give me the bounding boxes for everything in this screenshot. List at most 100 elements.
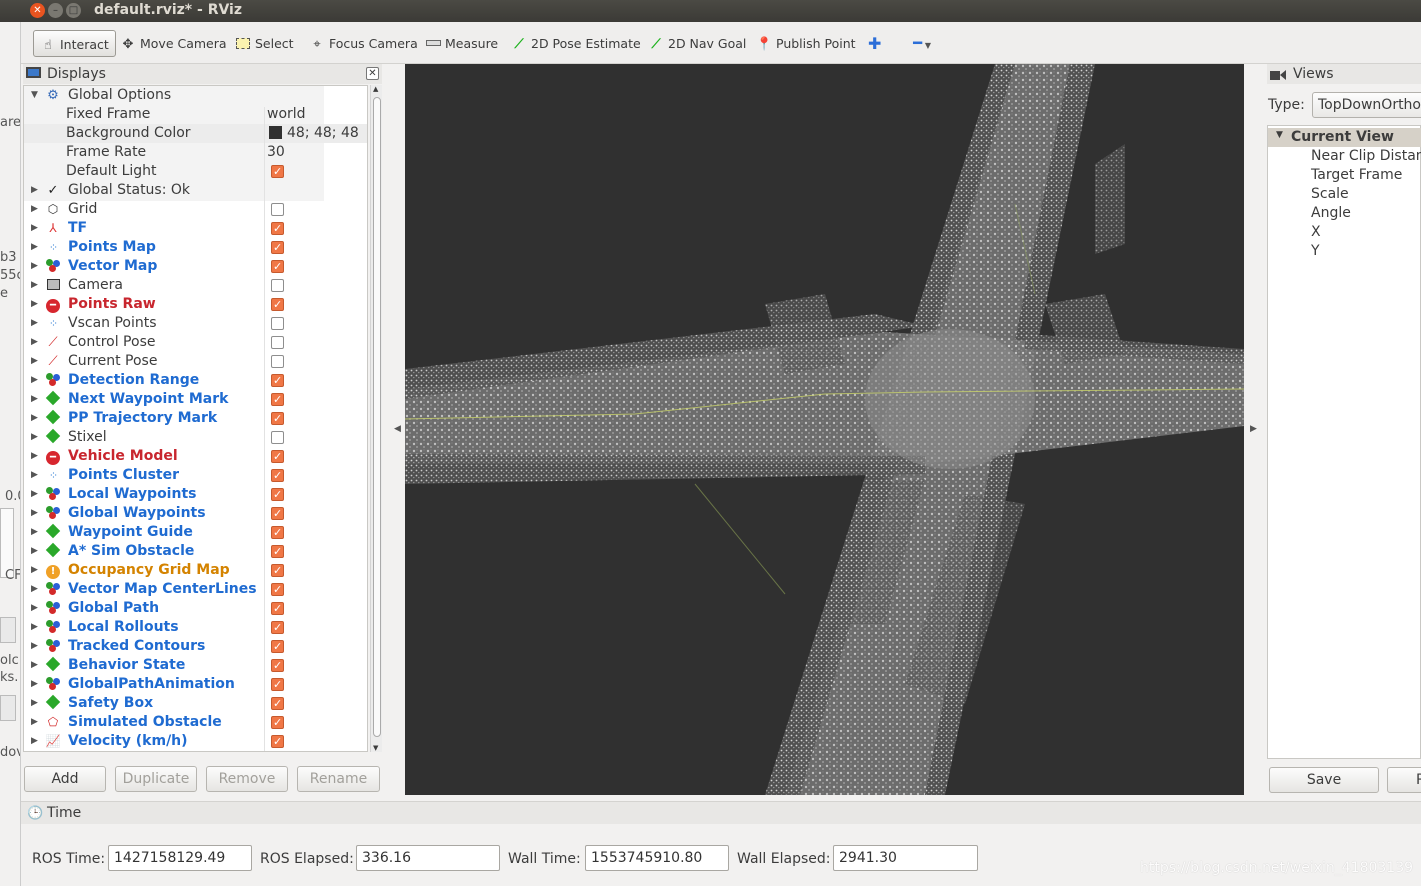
display-item-row[interactable]: ▶ Next Waypoint Mark: [24, 390, 367, 409]
display-item-row[interactable]: ▶ ⁘ Vscan Points: [24, 314, 367, 333]
display-item-checkbox[interactable]: [271, 219, 284, 238]
remove-tool-button[interactable]: ━ ▼: [911, 30, 931, 57]
display-item-row[interactable]: ▶ Local Waypoints: [24, 485, 367, 504]
display-item-row[interactable]: ▶ Detection Range: [24, 371, 367, 390]
ros-elapsed-field[interactable]: 336.16: [356, 845, 500, 871]
select-tool-button[interactable]: Select: [233, 30, 294, 57]
collapsed-arrow-icon[interactable]: ▶: [31, 561, 38, 580]
move-camera-tool-button[interactable]: ✥ Move Camera: [118, 30, 227, 57]
display-item-checkbox[interactable]: [271, 618, 284, 637]
display-item-row[interactable]: ▶ ⁘ Points Map: [24, 238, 367, 257]
display-item-row[interactable]: ▶ Stixel: [24, 428, 367, 447]
display-item-row[interactable]: ▶ Waypoint Guide: [24, 523, 367, 542]
frame-rate-row[interactable]: Frame Rate 30: [24, 143, 367, 162]
rename-button[interactable]: Rename: [297, 766, 380, 792]
close-window-icon[interactable]: ✕: [30, 3, 45, 18]
expanded-arrow-icon[interactable]: ▼: [1276, 130, 1283, 140]
display-item-checkbox[interactable]: [271, 371, 284, 390]
display-item-row[interactable]: ▶! Occupancy Grid Map: [24, 561, 367, 580]
collapsed-arrow-icon[interactable]: ▶: [31, 314, 38, 333]
display-item-checkbox[interactable]: [271, 485, 284, 504]
add-tool-button[interactable]: ✚: [866, 30, 881, 57]
display-item-row[interactable]: ▶ A* Sim Obstacle: [24, 542, 367, 561]
display-item-checkbox[interactable]: [271, 561, 284, 580]
view-property-label[interactable]: Scale: [1311, 185, 1349, 204]
collapsed-arrow-icon[interactable]: ▶: [31, 390, 38, 409]
display-item-row[interactable]: ▶ Behavior State: [24, 656, 367, 675]
default-light-checkbox[interactable]: [271, 162, 284, 181]
display-item-checkbox[interactable]: [271, 431, 284, 444]
collapsed-arrow-icon[interactable]: ▶: [31, 618, 38, 637]
wall-time-field[interactable]: 1553745910.80: [585, 845, 729, 871]
display-item-checkbox[interactable]: [271, 504, 284, 523]
collapsed-arrow-icon[interactable]: ▶: [31, 675, 38, 694]
display-item-checkbox[interactable]: [271, 713, 284, 732]
fixed-frame-row[interactable]: Fixed Frame world: [24, 105, 367, 124]
collapsed-arrow-icon[interactable]: ▶: [31, 371, 38, 390]
display-item-row[interactable]: ▶ ━ Vehicle Model: [24, 447, 367, 466]
display-item-checkbox[interactable]: [271, 336, 284, 349]
global-options-row[interactable]: ▼ ⚙ Global Options: [24, 86, 367, 105]
collapsed-arrow-icon[interactable]: ▶: [31, 637, 38, 656]
duplicate-button[interactable]: Duplicate: [115, 766, 197, 792]
collapsed-arrow-icon[interactable]: ▶: [31, 485, 38, 504]
maximize-window-icon[interactable]: □: [66, 3, 81, 18]
display-item-checkbox[interactable]: [271, 279, 284, 292]
collapsed-arrow-icon[interactable]: ▶: [31, 200, 38, 219]
display-item-checkbox[interactable]: [271, 355, 284, 368]
display-item-row[interactable]: ▶ Global Path: [24, 599, 367, 618]
view-property-label[interactable]: X: [1311, 223, 1321, 242]
collapsed-arrow-icon[interactable]: ▶: [31, 656, 38, 675]
display-item-checkbox[interactable]: [271, 257, 284, 276]
collapsed-arrow-icon[interactable]: ▶: [31, 428, 38, 447]
display-item-row[interactable]: ▶ Safety Box: [24, 694, 367, 713]
display-item-checkbox[interactable]: [271, 675, 284, 694]
background-color-value[interactable]: 48; 48; 48: [269, 124, 359, 143]
collapsed-arrow-icon[interactable]: ▶: [31, 409, 38, 428]
default-light-row[interactable]: Default Light: [24, 162, 367, 181]
display-item-checkbox[interactable]: [271, 447, 284, 466]
display-item-checkbox[interactable]: [271, 542, 284, 561]
display-item-row[interactable]: ▶ ⬠ Simulated Obstacle: [24, 713, 367, 732]
display-item-checkbox[interactable]: [271, 409, 284, 428]
view-property-label[interactable]: Target Frame: [1311, 166, 1402, 185]
display-item-checkbox[interactable]: [271, 203, 284, 216]
wall-elapsed-field[interactable]: 2941.30: [833, 845, 978, 871]
collapsed-arrow-icon[interactable]: ▶: [31, 599, 38, 618]
scrollbar-thumb[interactable]: [373, 97, 381, 737]
scroll-up-icon[interactable]: ▲: [373, 85, 378, 93]
display-item-checkbox[interactable]: [271, 580, 284, 599]
display-item-checkbox[interactable]: [271, 238, 284, 257]
background-color-row[interactable]: Background Color 48; 48; 48: [24, 124, 367, 143]
pose-estimate-tool-button[interactable]: ⟋ 2D Pose Estimate: [509, 30, 640, 57]
display-item-checkbox[interactable]: [271, 295, 284, 314]
view-property-label[interactable]: Y: [1311, 242, 1320, 261]
display-item-row[interactable]: ▶ Vector Map: [24, 257, 367, 276]
collapsed-arrow-icon[interactable]: ▶: [31, 732, 38, 751]
view-property-label[interactable]: Angle: [1311, 204, 1351, 223]
display-item-checkbox[interactable]: [271, 732, 284, 751]
display-item-row[interactable]: ▶ GlobalPathAnimation: [24, 675, 367, 694]
display-item-checkbox[interactable]: [271, 523, 284, 542]
display-item-row[interactable]: ▶ ⁘ Points Cluster: [24, 466, 367, 485]
collapse-left-arrow-icon[interactable]: ◀: [394, 424, 401, 434]
add-button[interactable]: Add: [24, 766, 106, 792]
scroll-down-icon[interactable]: ▼: [373, 744, 378, 752]
display-item-row[interactable]: ▶ ⅄ TF: [24, 219, 367, 238]
collapsed-arrow-icon[interactable]: ▶: [31, 504, 38, 523]
current-view-row[interactable]: ▼ Current View: [1268, 128, 1421, 147]
expanded-arrow-icon[interactable]: ▼: [31, 86, 38, 105]
collapsed-arrow-icon[interactable]: ▶: [31, 333, 38, 352]
collapse-right-arrow-icon[interactable]: ▶: [1250, 424, 1257, 434]
ros-time-field[interactable]: 1427158129.49: [108, 845, 252, 871]
display-item-row[interactable]: ▶ Camera: [24, 276, 367, 295]
measure-tool-button[interactable]: Measure: [423, 30, 498, 57]
display-item-checkbox[interactable]: [271, 637, 284, 656]
view-type-select[interactable]: TopDownOrtho: [1312, 92, 1421, 118]
display-item-checkbox[interactable]: [271, 390, 284, 409]
collapsed-arrow-icon[interactable]: ▶: [31, 276, 38, 295]
collapsed-arrow-icon[interactable]: ▶: [31, 466, 38, 485]
point-cloud-map[interactable]: [405, 64, 1244, 795]
view-property-label[interactable]: Near Clip Distance: [1311, 147, 1421, 166]
display-item-row[interactable]: ▶ ⟋ Control Pose: [24, 333, 367, 352]
